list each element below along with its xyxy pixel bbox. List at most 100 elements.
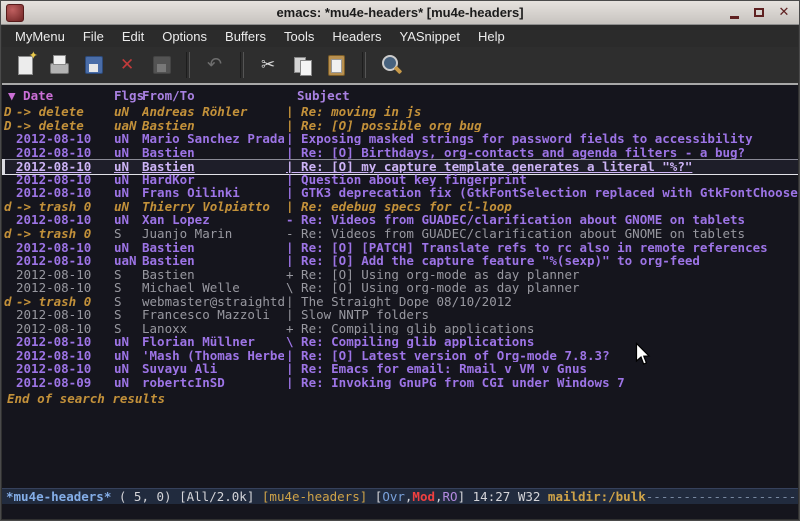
date-cell: 2012-08-10 [16,132,91,145]
menu-edit[interactable]: Edit [113,26,153,47]
close-buffer-icon [114,52,140,78]
flags-cell: S [114,268,122,281]
modeline-segment-folder: maildir:/bulk [548,489,646,504]
from-cell: Xan Lopez [142,213,284,226]
toolbar-separator [240,52,244,78]
subject-cell: | Re: [O] possible org bug [286,119,798,132]
menu-file[interactable]: File [74,26,113,47]
message-row[interactable]: 2012-08-09uNrobertcInSD| Re: Invoking Gn… [2,376,798,390]
date-cell: 2012-08-10 [16,268,91,281]
new-file-icon [12,52,38,78]
cut-icon [256,52,282,78]
message-row[interactable]: D-> deleteuNAndreas Röhler| Re: moving i… [2,105,798,119]
date-cell: 2012-08-10 [16,281,91,294]
date-cell: 2012-08-10 [16,362,91,375]
toolbar-separator [186,52,190,78]
from-cell: Francesco Mazzoli [142,308,284,321]
flags-cell: uN [114,362,129,375]
headers-buffer: ▼ Date Flgs From/To Subject D-> deleteuN… [2,85,798,488]
mouse-cursor [635,342,651,366]
title-bar[interactable]: emacs: *mu4e-headers* [mu4e-headers] ✕ [1,1,799,25]
date-cell: 2012-08-10 [16,308,91,321]
from-cell: 'Mash (Thomas Herbert) [142,349,284,362]
date-cell: 2012-08-10 [16,213,91,226]
subject-cell: - Re: Videos from GUADEC/clarification a… [286,213,798,226]
from-cell: Suvayu Ali [142,362,284,375]
minimize-button[interactable] [724,4,744,21]
new-file-button[interactable] [12,52,38,78]
date-cell: 2012-08-10 [16,241,91,254]
date-cell: -> trash 0 [16,227,91,240]
menu-headers[interactable]: Headers [323,26,390,47]
close-button[interactable]: ✕ [774,4,794,21]
save-button[interactable] [80,52,106,78]
flags-cell: uN [114,335,129,348]
flags-cell: uN [114,376,129,389]
menu-yasnippet[interactable]: YASnippet [390,26,468,47]
message-row[interactable]: 2012-08-10uNBastien| Re: [O] Birthdays, … [2,146,798,160]
modeline-segment-plain: [All/2.0k] [179,489,262,504]
flags-cell: uN [114,186,129,199]
message-row[interactable]: 2012-08-10uNMario Sanchez Prada| Exposin… [2,132,798,146]
subject-cell: | Re: [O] Add the capture feature "%(sex… [286,254,798,267]
menu-help[interactable]: Help [469,26,514,47]
mark-cell: d [4,227,12,240]
flags-cell: uN [114,105,129,118]
date-cell: 2012-08-09 [16,376,91,389]
subject-cell: | Re: [O] [PATCH] Translate refs to rc a… [286,241,798,254]
undo-icon [202,52,228,78]
copy-button[interactable] [290,52,316,78]
subject-cell: | Re: Invoking GnuPG from CGI under Wind… [286,376,798,389]
minibuffer [2,504,798,519]
menu-options[interactable]: Options [153,26,216,47]
emacs-app-icon [6,4,24,22]
from-cell: Mario Sanchez Prada [142,132,284,145]
menu-buffers[interactable]: Buffers [216,26,275,47]
modeline-segment-plain: ( 5, 0) [111,489,179,504]
window-title: emacs: *mu4e-headers* [mu4e-headers] [1,5,799,20]
paste-button[interactable] [324,52,350,78]
subject-cell: - Re: Videos from GUADEC/clarification a… [286,227,798,240]
from-cell: Thierry Volpiatto [142,200,284,213]
subject-cell: | Question about key fingerprint [286,173,798,186]
from-cell: webmaster@straightd... [142,295,284,308]
message-row[interactable]: d-> trash 0SJuanjo Marin- Re: Videos fro… [2,227,798,241]
mode-line: *mu4e-headers* ( 5, 0) [All/2.0k] [mu4e-… [2,488,798,504]
window-controls: ✕ [724,4,794,21]
modeline-segment-ovr: Ovr [382,489,405,504]
from-cell: Bastien [142,119,284,132]
undo-button[interactable] [202,52,228,78]
subject-cell: | Re: [O] Latest version of Org-mode 7.8… [286,349,798,362]
message-row[interactable]: 2012-08-10uaNBastien| Re: [O] Add the ca… [2,254,798,268]
date-cell: 2012-08-10 [16,335,91,348]
copy-icon [290,52,316,78]
subject-cell: + Re: Compiling glib applications [286,322,798,335]
flags-cell: S [114,308,122,321]
save-as-button[interactable] [148,52,174,78]
close-buffer-button[interactable] [114,52,140,78]
mark-cell: D [4,105,12,118]
subject-cell: | Re: edebug specs for cl-loop [286,200,798,213]
cut-button[interactable] [256,52,282,78]
from-cell: Florian Müllner [142,335,284,348]
menu-tools[interactable]: Tools [275,26,323,47]
date-cell: -> trash 0 [16,295,91,308]
from-cell: Bastien [142,160,284,173]
flags-cell: uN [114,132,129,145]
from-cell: Juanjo Marin [142,227,284,240]
scrollbar-thumb[interactable] [2,159,5,174]
save-icon [80,52,106,78]
search-button[interactable] [378,52,404,78]
close-icon: ✕ [779,6,790,19]
subject-cell: | Slow NNTP folders [286,308,798,321]
modeline-segment-mode: [mu4e-headers] [262,489,375,504]
from-cell: Bastien [142,146,284,159]
menu-mymenu[interactable]: MyMenu [6,26,74,47]
minimize-icon [730,16,739,19]
from-cell: Frans Oilinki [142,186,284,199]
toolbar-separator [362,52,366,78]
print-button[interactable] [46,52,72,78]
from-cell: Bastien [142,241,284,254]
flags-cell: uN [114,173,129,186]
maximize-button[interactable] [749,4,769,21]
